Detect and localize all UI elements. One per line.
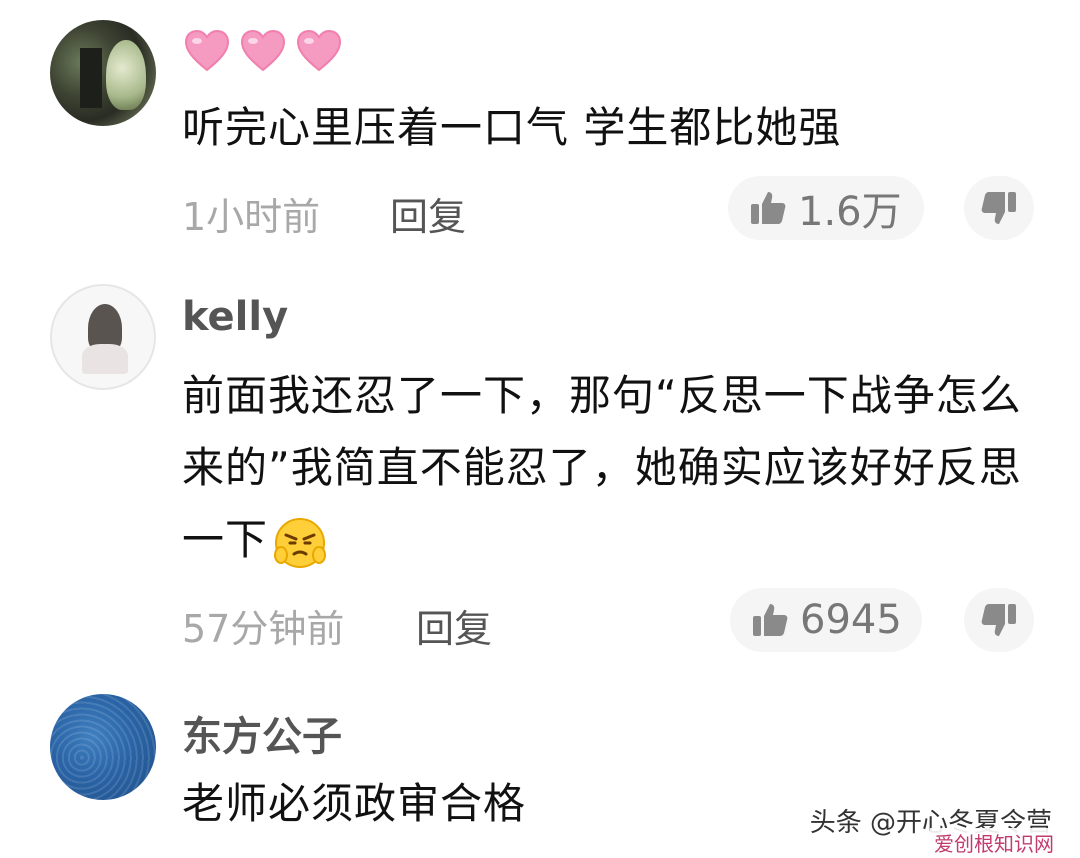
heart-icon: [240, 29, 286, 72]
reply-button[interactable]: 回复: [390, 186, 466, 241]
avatar[interactable]: [50, 284, 156, 390]
dislike-button[interactable]: [964, 176, 1034, 240]
comment-text: 前面我还忍了一下，那句“反思一下战争怎么来的”我简直不能忍了，她确实应该好好反思…: [182, 360, 1032, 576]
username[interactable]: kelly: [182, 294, 288, 340]
comment-text: 听完心里压着一口气 学生都比她强: [182, 103, 842, 152]
reply-button[interactable]: 回复: [416, 598, 492, 653]
like-count: 6945: [800, 597, 902, 643]
heart-reactions: [182, 26, 344, 76]
comment-item: 听完心里压着一口气 学生都比她强 1小时前 回复 1.6万: [0, 0, 1080, 260]
thumbs-up-icon: [748, 188, 788, 228]
comment-time: 57分钟前: [182, 607, 345, 651]
like-count: 1.6万: [798, 189, 902, 235]
thumbs-down-icon: [979, 188, 1019, 228]
thumbs-up-icon: [750, 600, 790, 640]
heart-icon: [296, 29, 342, 72]
avatar[interactable]: [50, 694, 156, 800]
thumbs-down-icon: [979, 600, 1019, 640]
comment-time: 1小时前: [182, 195, 321, 239]
like-button[interactable]: 1.6万: [728, 176, 924, 240]
avatar[interactable]: [50, 20, 156, 126]
heart-icon: [184, 29, 230, 72]
comment-item: kelly 前面我还忍了一下，那句“反思一下战争怎么来的”我简直不能忍了，她确实…: [0, 270, 1080, 670]
like-button[interactable]: 6945: [730, 588, 922, 652]
watermark-site: 爱创根知识网: [930, 828, 1058, 857]
angry-face-emoji-icon: [274, 517, 327, 568]
username[interactable]: 东方公子: [182, 704, 342, 762]
dislike-button[interactable]: [964, 588, 1034, 652]
